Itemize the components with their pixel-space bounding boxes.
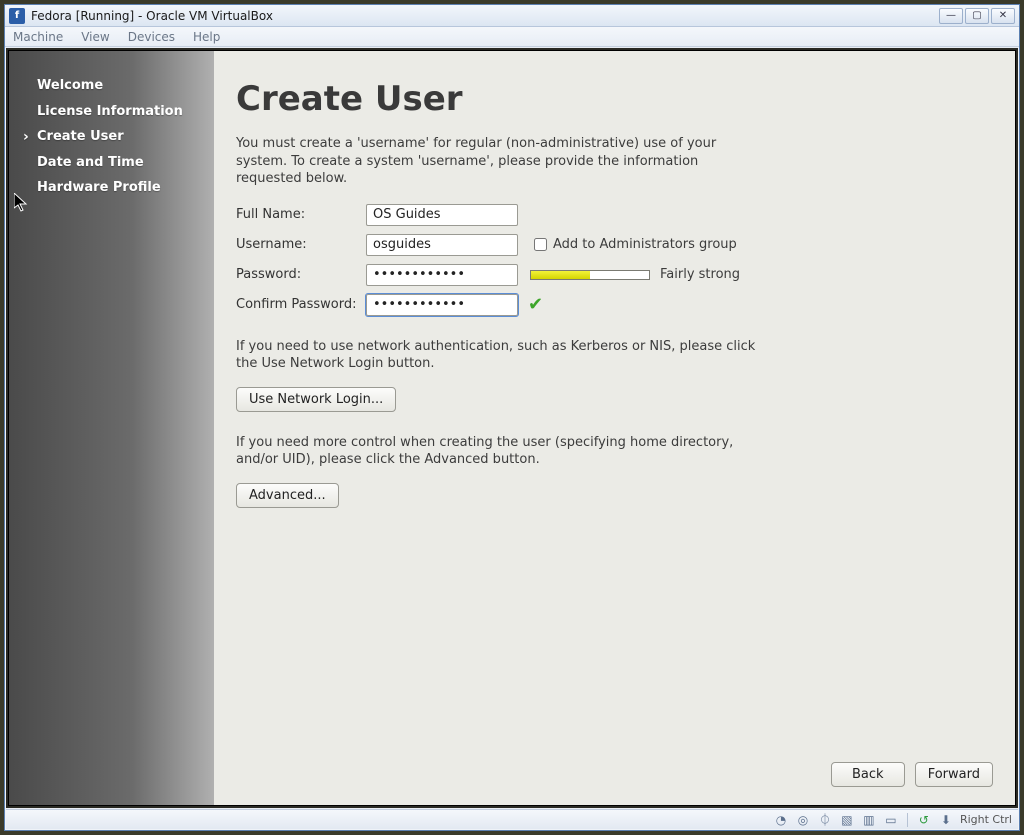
app-icon: f [9,8,25,24]
sidebar-item-welcome[interactable]: Welcome [37,77,200,95]
input-password[interactable] [366,264,518,286]
wizard-nav: Back Forward [831,762,993,787]
wizard-sidebar: Welcome License Information Create User … [9,51,214,805]
check-icon: ✔ [528,296,543,314]
row-confirm: Confirm Password: ✔ [236,294,993,316]
menu-view[interactable]: View [81,30,109,44]
row-username: Username: Add to Administrators group [236,234,993,256]
row-fullname: Full Name: [236,204,993,226]
label-username: Username: [236,237,366,252]
guest-screen: Welcome License Information Create User … [8,50,1016,806]
admin-checkbox-wrap[interactable]: Add to Administrators group [530,235,737,254]
label-add-admin: Add to Administrators group [553,237,737,252]
page-title: Create User [236,79,993,119]
network-icon[interactable]: ▧ [839,812,855,828]
network-login-button[interactable]: Use Network Login... [236,387,396,412]
label-fullname: Full Name: [236,207,366,222]
password-strength-bar [530,270,650,280]
wizard-content: Create User You must create a 'username'… [214,51,1015,805]
label-confirm: Confirm Password: [236,297,366,312]
advanced-button[interactable]: Advanced... [236,483,339,508]
network-text: If you need to use network authenticatio… [236,338,756,373]
sidebar-item-create-user[interactable]: Create User [37,128,200,146]
label-password: Password: [236,267,366,282]
mouse-integration-icon[interactable]: ↺ [916,812,932,828]
input-fullname[interactable] [366,204,518,226]
password-strength-fill [531,271,590,279]
virtualbox-window: f Fedora [Running] - Oracle VM VirtualBo… [4,4,1020,831]
statusbar-divider [907,813,908,827]
back-button[interactable]: Back [831,762,905,787]
menubar: Machine View Devices Help [5,27,1019,47]
optical-icon[interactable]: ◎ [795,812,811,828]
usb-icon[interactable]: ⏀ [817,812,833,828]
menu-machine[interactable]: Machine [13,30,63,44]
intro-text: You must create a 'username' for regular… [236,135,756,188]
display-icon[interactable]: ▭ [883,812,899,828]
host-key-label: Right Ctrl [960,813,1012,826]
maximize-button[interactable]: ▢ [965,8,989,24]
advanced-text: If you need more control when creating t… [236,434,756,469]
sidebar-item-hardware[interactable]: Hardware Profile [37,179,200,197]
sidebar-item-license[interactable]: License Information [37,103,200,121]
forward-button[interactable]: Forward [915,762,993,787]
hdd-icon[interactable]: ◔ [773,812,789,828]
firstboot-wizard: Welcome License Information Create User … [9,51,1015,805]
guest-area: Welcome License Information Create User … [6,48,1018,808]
sidebar-item-date-time[interactable]: Date and Time [37,154,200,172]
row-password: Password: Fairly strong [236,264,993,286]
menu-help[interactable]: Help [193,30,220,44]
statusbar: ◔ ◎ ⏀ ▧ ▥ ▭ ↺ ⬇ Right Ctrl [6,809,1018,829]
password-strength: Fairly strong [530,267,740,282]
window-title: Fedora [Running] - Oracle VM VirtualBox [31,9,273,23]
keyboard-capture-icon[interactable]: ⬇ [938,812,954,828]
shared-folder-icon[interactable]: ▥ [861,812,877,828]
menu-devices[interactable]: Devices [128,30,175,44]
input-username[interactable] [366,234,518,256]
minimize-button[interactable]: — [939,8,963,24]
window-titlebar[interactable]: f Fedora [Running] - Oracle VM VirtualBo… [5,5,1019,27]
password-strength-text: Fairly strong [660,267,740,282]
checkbox-add-admin[interactable] [534,238,547,251]
input-confirm-password[interactable] [366,294,518,316]
close-button[interactable]: ✕ [991,8,1015,24]
